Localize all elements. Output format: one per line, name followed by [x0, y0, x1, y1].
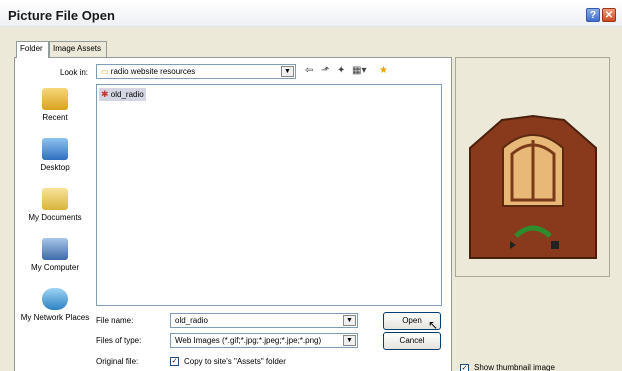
help-button[interactable]: ?: [586, 8, 600, 22]
folder-icon: ▭: [101, 67, 109, 76]
title-bar: Picture File Open ? ✕: [0, 0, 622, 27]
old-radio-icon: [469, 114, 597, 259]
file-name-value: old_radio: [175, 316, 208, 325]
network-places-icon: [42, 288, 68, 310]
show-thumbnail-label: Show thumbnail image: [474, 363, 555, 371]
file-name: old_radio: [110, 90, 144, 99]
chevron-down-icon[interactable]: ▼: [343, 315, 356, 326]
up-folder-icon[interactable]: ⬏: [321, 65, 329, 77]
file-name-input[interactable]: old_radio ▼: [170, 313, 358, 328]
file-name-label: File name:: [96, 316, 134, 325]
place-my-computer[interactable]: My Computer: [20, 238, 90, 272]
image-file-icon: ✱: [101, 89, 109, 99]
copy-to-assets-checkbox[interactable]: ✓: [170, 357, 179, 366]
my-computer-icon: [42, 238, 68, 260]
file-type-select[interactable]: Web Images (*.gif;*.jpg;*.jpeg;*.jpe;*.p…: [170, 333, 358, 348]
look-in-select[interactable]: ▭ radio website resources ▼: [96, 64, 296, 79]
window-title: Picture File Open: [8, 8, 115, 23]
list-item[interactable]: ✱ old_radio: [99, 88, 146, 101]
place-recent[interactable]: Recent: [20, 88, 90, 122]
place-network[interactable]: My Network Places: [20, 288, 90, 322]
cancel-button[interactable]: Cancel: [383, 332, 441, 350]
new-folder-icon[interactable]: ✦: [337, 65, 345, 77]
show-thumbnail-checkbox[interactable]: ✓: [460, 364, 469, 371]
look-in-label: Look in:: [60, 68, 89, 77]
look-in-value: radio website resources: [110, 67, 196, 76]
file-list[interactable]: ✱ old_radio: [96, 84, 442, 306]
chevron-down-icon[interactable]: ▼: [281, 66, 294, 77]
recent-folder-icon: [42, 88, 68, 110]
thumbnail-preview: [455, 57, 610, 277]
desktop-icon: [42, 138, 68, 160]
copy-to-assets-label: Copy to site's "Assets" folder: [184, 357, 286, 366]
place-desktop[interactable]: Desktop: [20, 138, 90, 172]
tab-folder[interactable]: Folder: [16, 41, 49, 58]
chevron-down-icon[interactable]: ▼: [343, 335, 356, 346]
close-button[interactable]: ✕: [602, 8, 616, 22]
back-arrow-icon[interactable]: ⇦: [305, 65, 313, 77]
my-documents-icon: [42, 188, 68, 210]
view-menu-icon[interactable]: ▦▾: [352, 65, 366, 77]
file-type-value: Web Images (*.gif;*.jpg;*.jpeg;*.jpe;*.p…: [175, 336, 322, 345]
mouse-pointer-icon: ↖: [428, 318, 439, 332]
tab-image-assets[interactable]: Image Assets: [49, 41, 107, 57]
place-my-documents[interactable]: My Documents: [20, 188, 90, 222]
favorite-star-icon[interactable]: ★: [379, 65, 388, 77]
original-file-label: Original file:: [96, 357, 139, 366]
file-type-label: Files of type:: [96, 336, 142, 345]
